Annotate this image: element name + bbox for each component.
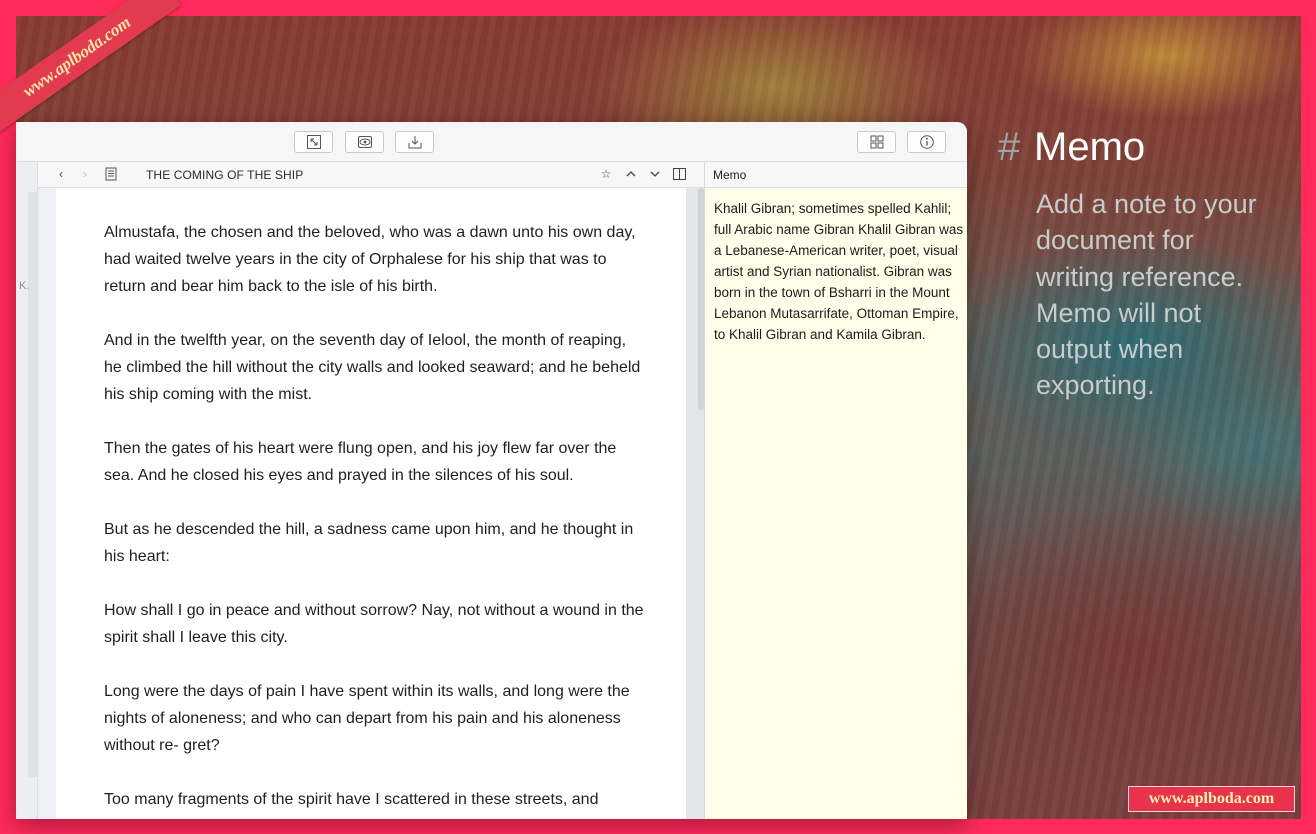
chevron-down-icon[interactable] [648, 167, 662, 181]
layout-button[interactable] [857, 131, 896, 153]
paragraph: Then the gates of his heart were flung o… [104, 440, 617, 484]
watermark-box: www.aplboda.com [1128, 786, 1295, 812]
sidebar-strip: K. [16, 162, 38, 819]
star-icon[interactable]: ☆ [599, 167, 613, 181]
memo-text[interactable]: Khalil Gibran; sometimes spelled Kahlil;… [714, 198, 964, 345]
memo-panel: Memo Khalil Gibran; sometimes spelled Ka… [704, 162, 967, 819]
memo-header: Memo [705, 162, 967, 188]
chevron-up-icon[interactable] [624, 167, 638, 181]
document-icon [104, 167, 118, 181]
caption-body: Add a note to your document for writing … [1036, 189, 1257, 401]
forward-icon[interactable]: › [78, 167, 92, 181]
grid-icon [870, 135, 883, 149]
expand-icon [306, 135, 321, 149]
caption-hash: # [998, 125, 1021, 169]
app-window: K. ‹ › THE COMING OF THE SHIP ☆ Almustaf… [16, 122, 967, 819]
paragraph: And in the twelfth year, on the seventh … [104, 332, 641, 403]
document-title: THE COMING OF THE SHIP [146, 168, 304, 182]
editor-gutter [38, 188, 56, 819]
info-button[interactable] [907, 131, 946, 153]
expand-button[interactable] [294, 131, 333, 153]
split-view-icon[interactable] [672, 167, 686, 181]
paragraph: But as he descended the hill, a sadness … [104, 521, 634, 565]
export-button[interactable] [395, 131, 434, 153]
eye-icon [357, 136, 372, 148]
preview-button[interactable] [345, 131, 384, 153]
info-icon [919, 135, 934, 149]
paragraph: How shall I go in peace and without sorr… [104, 602, 644, 646]
editor-body[interactable]: Almustafa, the chosen and the beloved, w… [38, 188, 704, 819]
sidebar-partial-text: K. [19, 280, 30, 292]
download-icon [408, 136, 421, 149]
paragraph: Almustafa, the chosen and the beloved, w… [104, 224, 636, 295]
paragraph: Too many fragments of the spirit have I … [104, 791, 599, 808]
editor-header: ‹ › THE COMING OF THE SHIP ☆ [38, 162, 704, 188]
caption-title: Memo [1034, 125, 1146, 169]
back-icon[interactable]: ‹ [54, 167, 68, 181]
toolbar [16, 122, 967, 162]
paragraph: Long were the days of pain I have spent … [104, 683, 630, 754]
